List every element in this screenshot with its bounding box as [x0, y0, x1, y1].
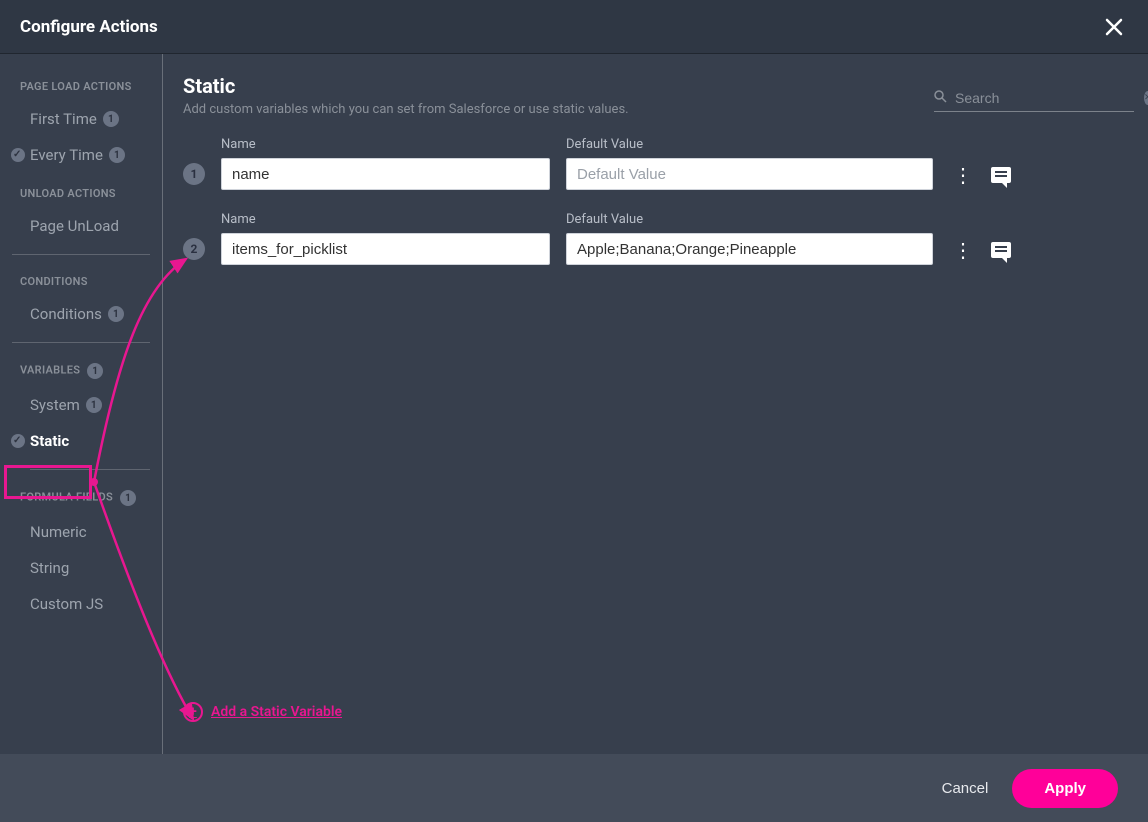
- variable-row: 1 Name Default Value ⋮: [183, 137, 1134, 190]
- row-actions: ⋮: [953, 165, 1011, 185]
- sidebar-item-every-time[interactable]: Every Time 1: [0, 137, 162, 173]
- name-input[interactable]: [221, 233, 550, 265]
- search-field[interactable]: ✕: [934, 88, 1134, 112]
- sidebar-item-label: First Time: [30, 110, 97, 128]
- cancel-button[interactable]: Cancel: [942, 780, 989, 797]
- plus-circle-icon: +: [183, 702, 203, 722]
- default-value-input[interactable]: [566, 233, 933, 265]
- divider: [12, 254, 150, 255]
- variable-rows: 1 Name Default Value ⋮ 2: [163, 117, 1134, 702]
- close-icon: [1105, 18, 1123, 36]
- default-value-field: Default Value: [566, 137, 933, 190]
- divider: [30, 469, 150, 470]
- sidebar-item-label: Page UnLoad: [30, 217, 119, 235]
- row-number-badge: 1: [183, 163, 205, 185]
- count-badge: 1: [108, 306, 124, 322]
- sidebar-item-label: Numeric: [30, 523, 87, 541]
- content-header: Static Add custom variables which you ca…: [163, 74, 1134, 117]
- content-title: Static: [183, 74, 629, 98]
- sidebar-item-string[interactable]: String: [0, 550, 162, 586]
- sidebar-item-label: System: [30, 396, 80, 414]
- sidebar-item-label: String: [30, 559, 69, 577]
- content-description: Add custom variables which you can set f…: [183, 102, 629, 117]
- sidebar-item-system[interactable]: System 1: [0, 387, 162, 423]
- close-button[interactable]: [1100, 13, 1128, 41]
- more-actions-button[interactable]: ⋮: [953, 240, 973, 260]
- name-field: Name: [221, 212, 550, 265]
- comment-icon[interactable]: [991, 167, 1011, 183]
- content-panel: Static Add custom variables which you ca…: [163, 54, 1148, 754]
- modal-header: Configure Actions: [0, 0, 1148, 54]
- more-actions-button[interactable]: ⋮: [953, 165, 973, 185]
- field-label: Default Value: [566, 137, 933, 152]
- field-label: Name: [221, 212, 550, 227]
- sidebar-item-numeric[interactable]: Numeric: [0, 514, 162, 550]
- section-unload-actions: UNLOAD ACTIONS: [0, 173, 162, 208]
- comment-icon[interactable]: [991, 242, 1011, 258]
- row-actions: ⋮: [953, 240, 1011, 260]
- section-conditions: CONDITIONS: [0, 261, 162, 296]
- modal-footer: Cancel Apply: [0, 754, 1148, 822]
- sidebar-item-label: Every Time: [30, 146, 103, 164]
- section-formula-fields: FORMULA FIELDS 1: [0, 476, 162, 514]
- row-number-badge: 2: [183, 238, 205, 260]
- name-input[interactable]: [221, 158, 550, 190]
- modal-body: PAGE LOAD ACTIONS First Time 1 Every Tim…: [0, 54, 1148, 754]
- count-badge: 1: [120, 490, 136, 506]
- default-value-field: Default Value: [566, 212, 933, 265]
- variable-row: 2 Name Default Value ⋮: [183, 212, 1134, 265]
- count-badge: 1: [109, 147, 125, 163]
- sidebar-item-static[interactable]: Static: [0, 423, 162, 459]
- sidebar-item-page-unload[interactable]: Page UnLoad: [0, 208, 162, 244]
- divider: [12, 342, 150, 343]
- field-label: Default Value: [566, 212, 933, 227]
- count-badge: 1: [87, 363, 103, 379]
- name-field: Name: [221, 137, 550, 190]
- modal-title: Configure Actions: [20, 17, 158, 37]
- search-input[interactable]: [955, 90, 1136, 106]
- sidebar-item-label: Custom JS: [30, 595, 103, 613]
- field-label: Name: [221, 137, 550, 152]
- sidebar-item-label: Conditions: [30, 305, 102, 323]
- count-badge: 1: [86, 397, 102, 413]
- add-static-variable-link[interactable]: + Add a Static Variable: [183, 702, 342, 722]
- add-link-label: Add a Static Variable: [211, 704, 342, 720]
- configure-actions-modal: Configure Actions PAGE LOAD ACTIONS Firs…: [0, 0, 1148, 822]
- sidebar-item-custom-js[interactable]: Custom JS: [0, 586, 162, 622]
- search-icon: [934, 88, 947, 107]
- default-value-input[interactable]: [566, 158, 933, 190]
- count-badge: 1: [103, 111, 119, 127]
- section-page-load-actions: PAGE LOAD ACTIONS: [0, 66, 162, 101]
- sidebar-item-conditions[interactable]: Conditions 1: [0, 296, 162, 332]
- section-variables: VARIABLES 1: [0, 349, 162, 387]
- apply-button[interactable]: Apply: [1012, 769, 1118, 808]
- sidebar-item-label: Static: [30, 432, 69, 450]
- sidebar: PAGE LOAD ACTIONS First Time 1 Every Tim…: [0, 54, 163, 754]
- sidebar-item-first-time[interactable]: First Time 1: [0, 101, 162, 137]
- clear-search-icon[interactable]: ✕: [1144, 91, 1148, 105]
